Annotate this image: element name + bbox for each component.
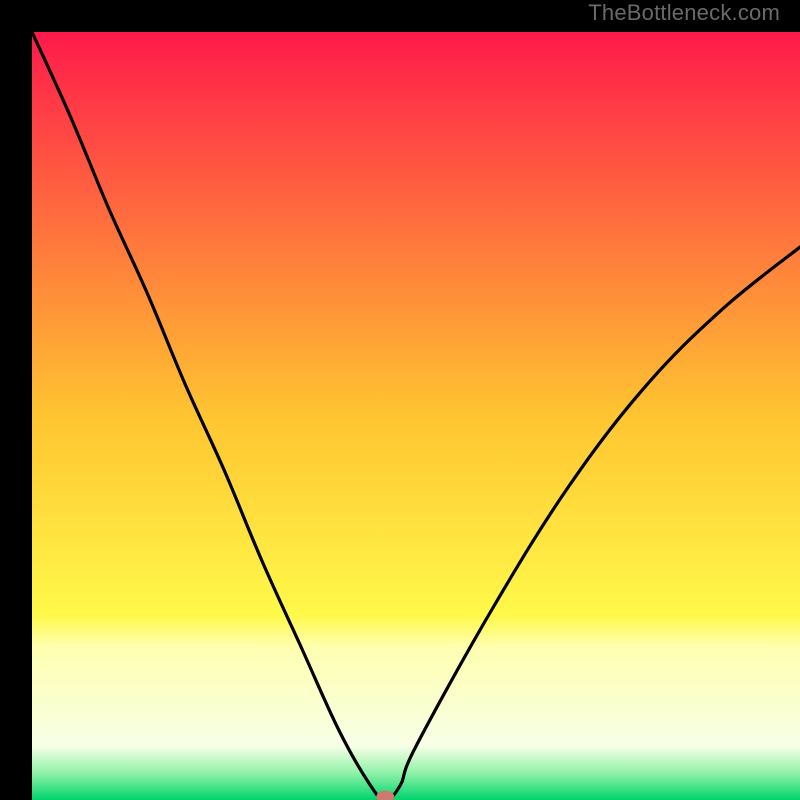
chart-frame xyxy=(16,16,784,784)
bottleneck-chart xyxy=(32,32,800,800)
gradient-background xyxy=(32,32,800,800)
watermark-text: TheBottleneck.com xyxy=(588,0,780,26)
